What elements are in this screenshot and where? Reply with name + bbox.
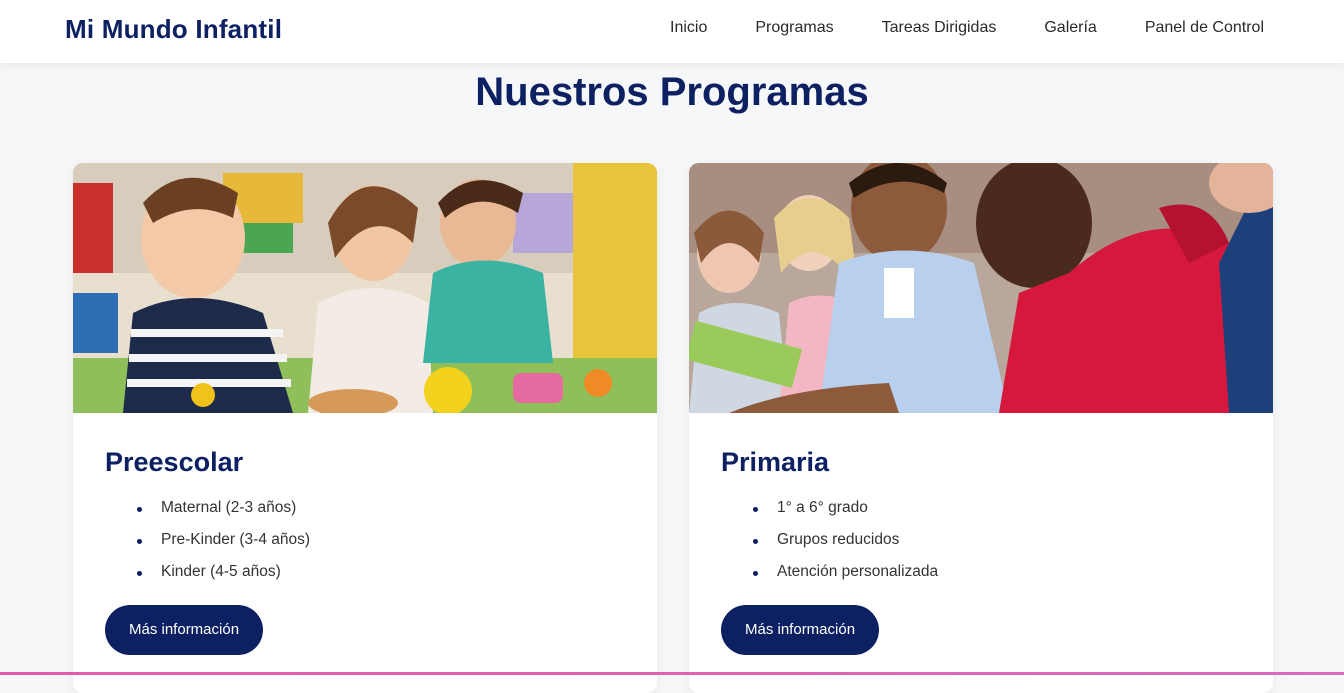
main-nav: Inicio Programas Tareas Dirigidas Galerí…	[670, 19, 1264, 37]
list-item: Grupos reducidos	[753, 524, 1241, 556]
list-item-label: Pre-Kinder (3-4 años)	[161, 531, 311, 548]
card-title: Primaria	[721, 447, 830, 477]
program-card-primaria: Primaria 1° a 6° grado Grupos reducidos …	[689, 163, 1273, 693]
section-title: Nuestros Programas	[475, 70, 869, 114]
primaria-photo	[689, 163, 1273, 413]
list-item-label: Maternal (2-3 años)	[161, 499, 297, 516]
bullet-icon	[137, 571, 142, 576]
bullet-icon	[753, 507, 758, 512]
nav-link-panel-de-control[interactable]: Panel de Control	[1145, 19, 1264, 37]
list-item: Atención personalizada	[753, 556, 1241, 588]
bullet-icon	[137, 507, 142, 512]
program-card-preescolar: Preescolar Maternal (2-3 años) Pre-Kinde…	[73, 163, 657, 693]
bullet-icon	[753, 571, 758, 576]
more-info-button[interactable]: Más información	[721, 605, 880, 655]
brand-logo-text[interactable]: Mi Mundo Infantil	[65, 14, 282, 45]
top-navbar: Mi Mundo Infantil Inicio Programas Tarea…	[0, 0, 1344, 63]
list-item: Maternal (2-3 años)	[137, 492, 625, 524]
nav-link-inicio[interactable]: Inicio	[670, 19, 707, 37]
list-item: Kinder (4-5 años)	[137, 556, 625, 588]
program-features-list: 1° a 6° grado Grupos reducidos Atención …	[753, 492, 1241, 588]
list-item: Pre-Kinder (3-4 años)	[137, 524, 625, 556]
program-features-list: Maternal (2-3 años) Pre-Kinder (3-4 años…	[137, 492, 625, 588]
list-item-label: Kinder (4-5 años)	[161, 563, 281, 580]
list-item: 1° a 6° grado	[753, 492, 1241, 524]
list-item-label: Atención personalizada	[777, 563, 939, 580]
nav-link-tareas-dirigidas[interactable]: Tareas Dirigidas	[882, 19, 997, 37]
bullet-icon	[137, 539, 142, 544]
more-info-button[interactable]: Más información	[105, 605, 264, 655]
list-item-label: Grupos reducidos	[777, 531, 900, 548]
list-item-label: 1° a 6° grado	[777, 499, 868, 516]
preescolar-photo	[73, 163, 657, 413]
nav-link-galeria[interactable]: Galería	[1044, 19, 1096, 37]
card-title: Preescolar	[105, 447, 244, 477]
bullet-icon	[753, 539, 758, 544]
nav-link-programas[interactable]: Programas	[755, 19, 833, 37]
